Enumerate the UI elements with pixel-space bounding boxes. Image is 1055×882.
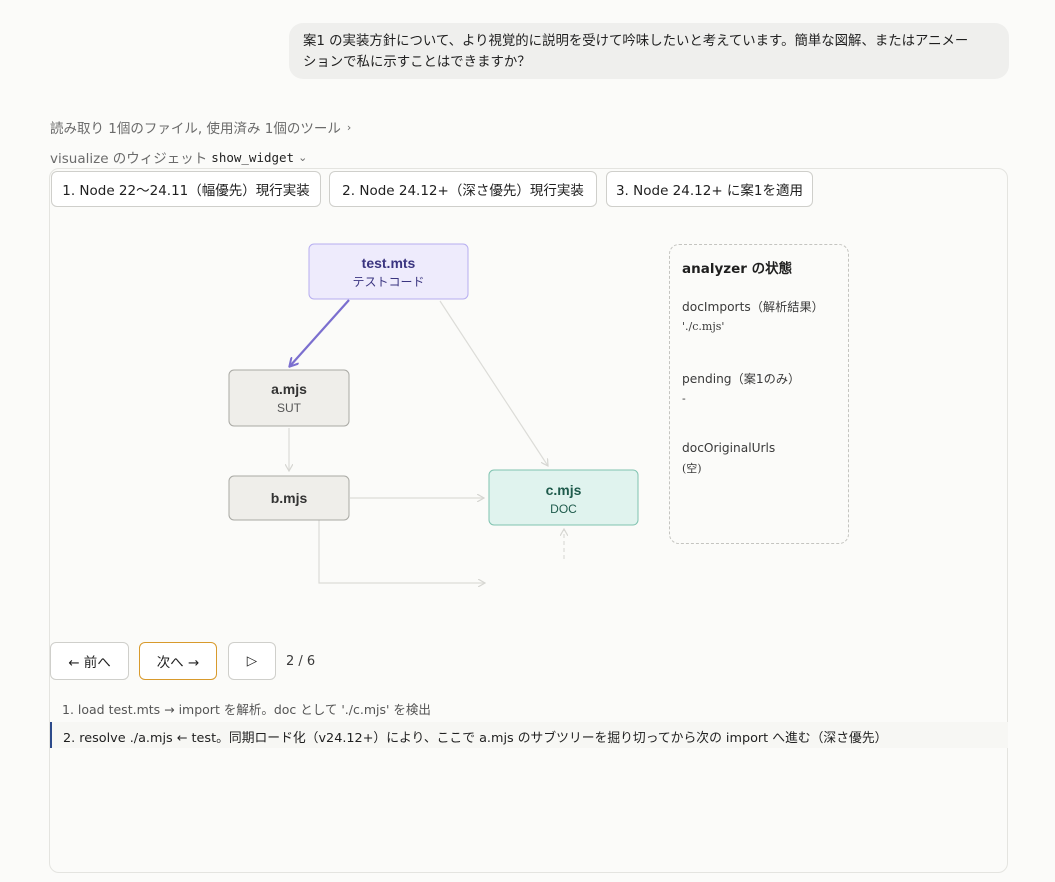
next-button-label: 次へ →	[156, 655, 200, 671]
node-test-sub: テストコード	[352, 275, 424, 289]
state-doc-imports-value: './c.mjs'	[682, 320, 725, 333]
node-b-mjs: b.mjs	[228, 475, 350, 521]
step-log-1: 1. load test.mts → import を解析。doc として '.…	[62, 702, 431, 717]
node-c-sub: DOC	[550, 502, 577, 516]
node-a-mjs: a.mjs SUT	[228, 369, 350, 427]
dependency-diagram: test.mts テストコード a.mjs SUT b.mjs c.mjs DO…	[228, 243, 639, 882]
analyzer-state-panel: analyzer の状態 docImports（解析結果） './c.mjs' …	[669, 244, 849, 544]
edge-test-to-c	[439, 300, 548, 466]
node-a-title: a.mjs	[271, 381, 307, 397]
state-doc-imports-label: docImports（解析結果）	[682, 300, 824, 314]
node-test-mts: test.mts テストコード	[308, 243, 469, 300]
edge-b-loop	[318, 520, 485, 583]
prev-button-label: ← 前へ	[68, 655, 111, 671]
node-a-sub: SUT	[277, 401, 302, 415]
state-pending-label: pending（案1のみ）	[682, 372, 801, 386]
play-button[interactable]: ▷	[228, 642, 276, 680]
edge-test-to-a	[290, 299, 350, 366]
analyzer-state-title: analyzer の状態	[682, 261, 793, 277]
step-log-2-current: 2. resolve ./a.mjs ← test。同期ロード化（v24.12+…	[50, 722, 1008, 748]
next-button[interactable]: 次へ →	[139, 642, 217, 680]
prev-button[interactable]: ← 前へ	[50, 642, 129, 680]
node-c-mjs: c.mjs DOC	[488, 469, 639, 526]
step-counter: 2 / 6	[286, 654, 316, 669]
state-original-urls-label: docOriginalUrls	[682, 441, 776, 455]
step-log-2-text: 2. resolve ./a.mjs ← test。同期ロード化（v24.12+…	[63, 731, 888, 746]
play-icon: ▷	[246, 653, 258, 669]
node-test-title: test.mts	[362, 255, 416, 271]
state-original-urls-value: (空)	[682, 462, 702, 475]
state-pending-value: -	[682, 392, 686, 405]
node-c-title: c.mjs	[546, 482, 582, 498]
node-b-title: b.mjs	[271, 490, 308, 506]
